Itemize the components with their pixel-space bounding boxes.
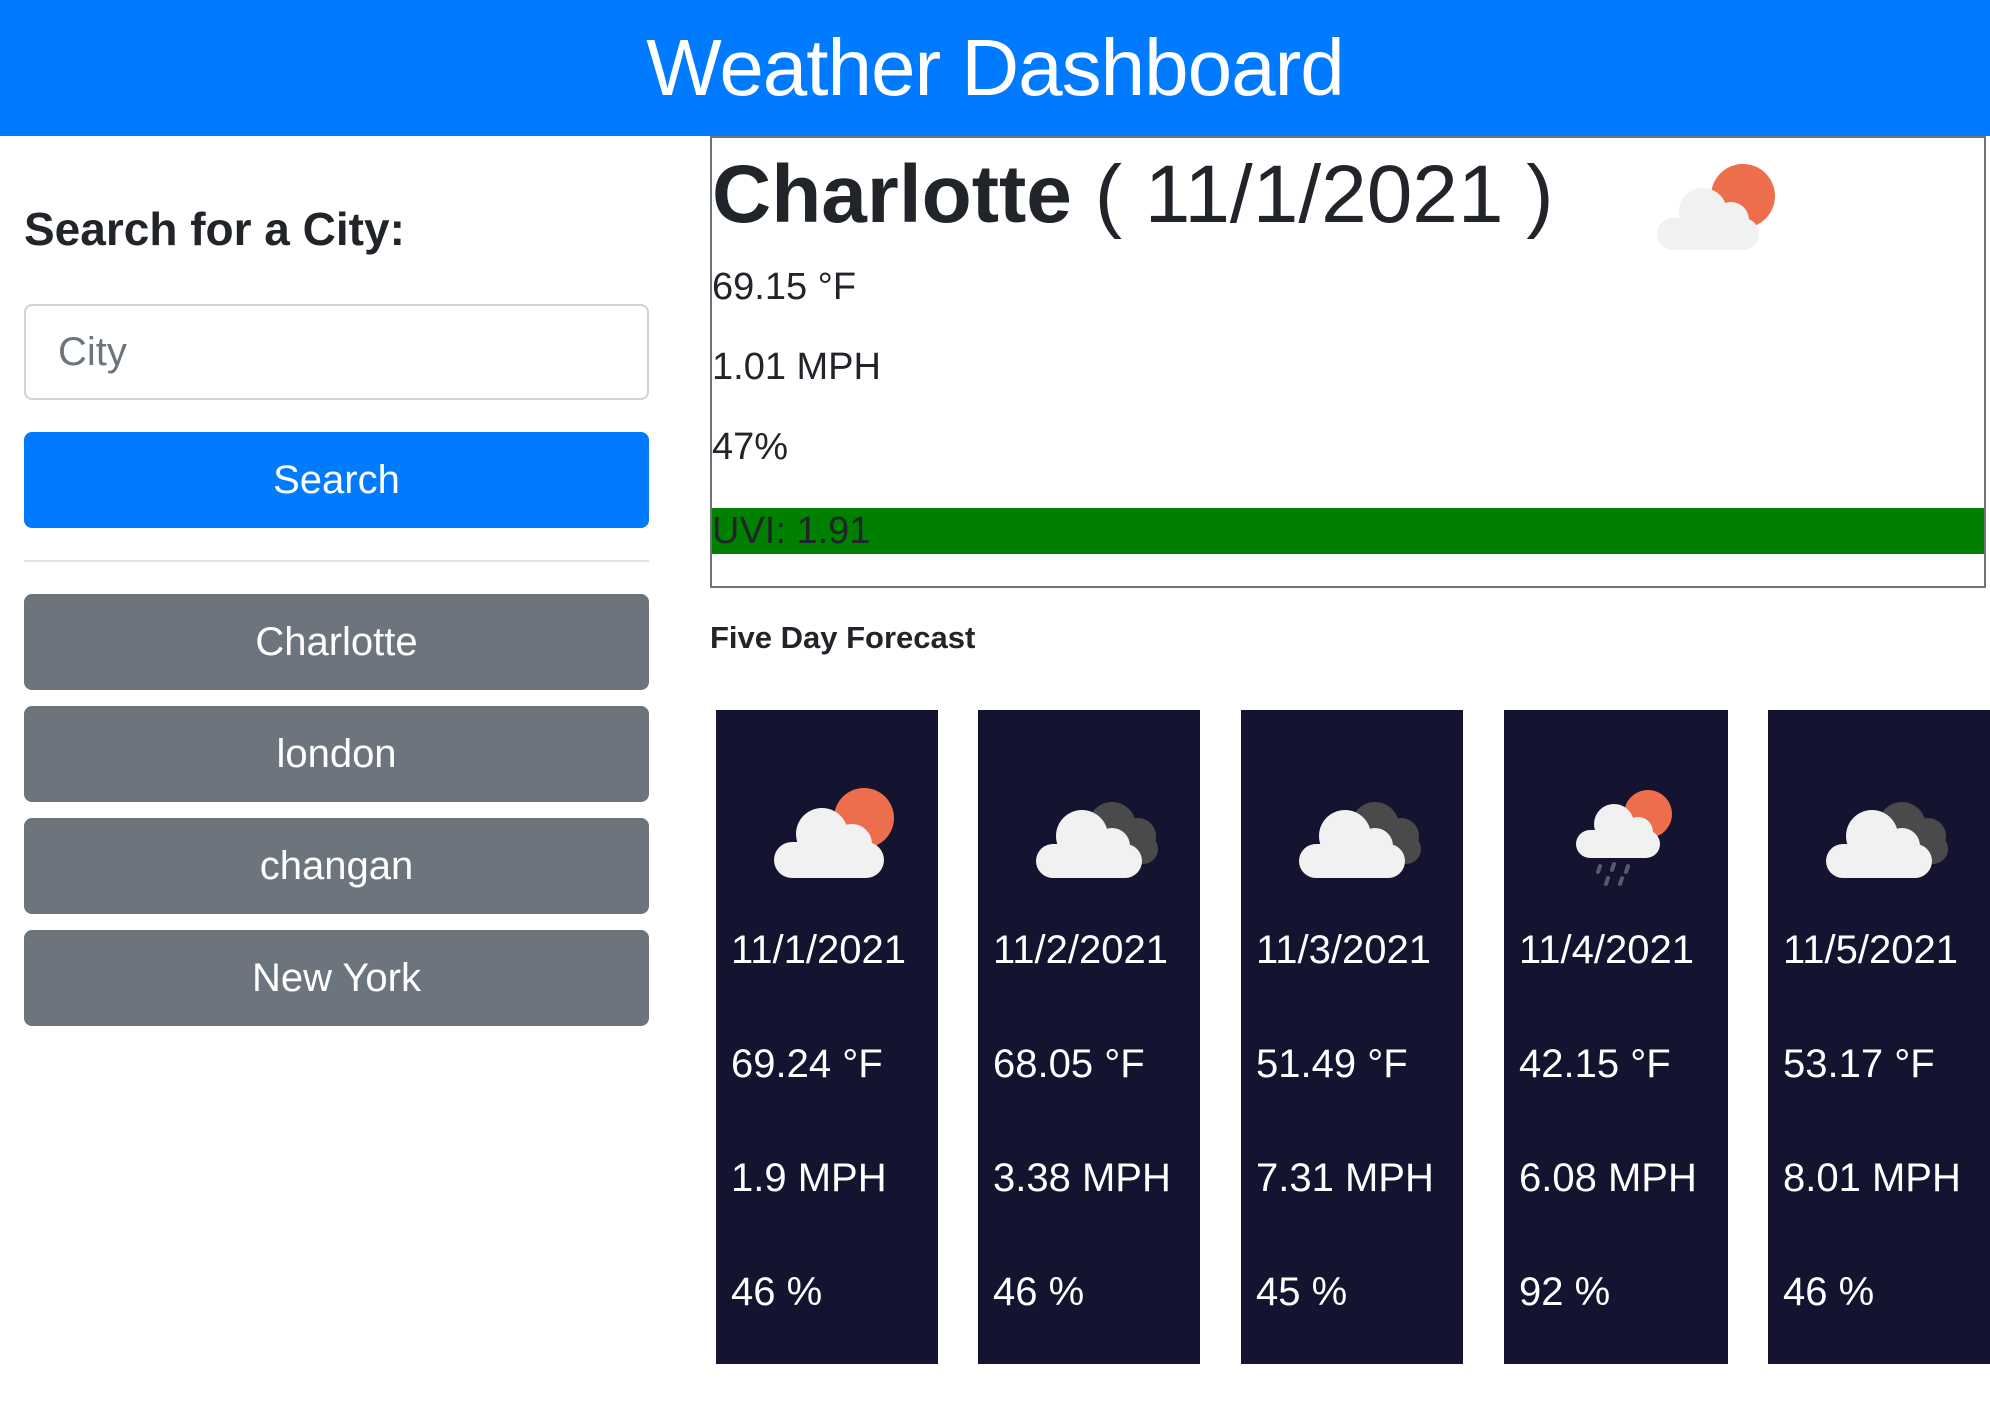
forecast-card: 11/4/2021 42.15 °F 6.08 MPH 92 % bbox=[1504, 710, 1728, 1364]
forecast-temperature: 53.17 °F bbox=[1783, 1042, 1935, 1086]
forecast-date: 11/4/2021 bbox=[1519, 928, 1694, 972]
forecast-temperature: 51.49 °F bbox=[1256, 1042, 1408, 1086]
partly-cloudy-day-icon bbox=[774, 788, 894, 878]
forecast-humidity: 92 % bbox=[1519, 1270, 1611, 1314]
partly-cloudy-day-icon bbox=[1657, 164, 1775, 250]
current-date: ( 11/1/2021 ) bbox=[1094, 149, 1554, 240]
forecast-date: 11/2/2021 bbox=[993, 928, 1168, 972]
history-button-charlotte[interactable]: Charlotte bbox=[24, 594, 649, 690]
forecast-humidity: 45 % bbox=[1256, 1270, 1348, 1314]
city-search-input[interactable] bbox=[24, 304, 649, 400]
forecast-humidity: 46 % bbox=[731, 1270, 823, 1314]
current-weather-panel: Charlotte ( 11/1/2021 ) 69.15 °F 1.01 MP… bbox=[710, 136, 1986, 588]
forecast-date: 11/3/2021 bbox=[1256, 928, 1431, 972]
current-temperature: 69.15 °F bbox=[712, 266, 857, 308]
forecast-temperature: 69.24 °F bbox=[731, 1042, 883, 1086]
current-city-heading: Charlotte ( 11/1/2021 ) bbox=[712, 148, 1554, 242]
broken-clouds-icon bbox=[1826, 802, 1948, 878]
divider bbox=[24, 560, 649, 562]
forecast-card: 11/2/2021 68.05 °F 3.38 MPH 46 % bbox=[978, 710, 1200, 1364]
forecast-temperature: 68.05 °F bbox=[993, 1042, 1145, 1086]
forecast-temperature: 42.15 °F bbox=[1519, 1042, 1671, 1086]
forecast-card: 11/3/2021 51.49 °F 7.31 MPH 45 % bbox=[1241, 710, 1463, 1364]
search-button[interactable]: Search bbox=[24, 432, 649, 528]
rain-sun-icon bbox=[1576, 790, 1672, 886]
current-wind-speed: 1.01 MPH bbox=[712, 346, 881, 388]
search-heading: Search for a City: bbox=[24, 203, 405, 255]
forecast-wind-speed: 3.38 MPH bbox=[993, 1156, 1171, 1200]
app-title: Weather Dashboard bbox=[646, 23, 1344, 112]
forecast-wind-speed: 6.08 MPH bbox=[1519, 1156, 1697, 1200]
broken-clouds-icon bbox=[1299, 802, 1421, 878]
app-header: Weather Dashboard bbox=[0, 0, 1990, 136]
current-city-name: Charlotte bbox=[712, 149, 1072, 240]
forecast-wind-speed: 7.31 MPH bbox=[1256, 1156, 1434, 1200]
forecast-humidity: 46 % bbox=[993, 1270, 1085, 1314]
current-humidity: 47% bbox=[712, 426, 789, 468]
forecast-card: 11/5/2021 53.17 °F 8.01 MPH 46 % bbox=[1768, 710, 1990, 1364]
forecast-date: 11/1/2021 bbox=[731, 928, 906, 972]
history-button-changan[interactable]: changan bbox=[24, 818, 649, 914]
forecast-date: 11/5/2021 bbox=[1783, 928, 1958, 972]
five-day-forecast: 11/1/2021 69.24 °F 1.9 MPH 46 % 11/2/202… bbox=[716, 710, 1990, 1364]
search-history-list: Charlotte london changan New York bbox=[24, 594, 649, 1042]
history-button-new-york[interactable]: New York bbox=[24, 930, 649, 1026]
broken-clouds-icon bbox=[1036, 802, 1158, 878]
forecast-humidity: 46 % bbox=[1783, 1270, 1875, 1314]
forecast-card: 11/1/2021 69.24 °F 1.9 MPH 46 % bbox=[716, 710, 938, 1364]
history-button-london[interactable]: london bbox=[24, 706, 649, 802]
forecast-heading: Five Day Forecast bbox=[710, 620, 976, 655]
uv-index-bar: UVI: 1.91 bbox=[712, 508, 1984, 554]
forecast-wind-speed: 1.9 MPH bbox=[731, 1156, 887, 1200]
forecast-wind-speed: 8.01 MPH bbox=[1783, 1156, 1961, 1200]
